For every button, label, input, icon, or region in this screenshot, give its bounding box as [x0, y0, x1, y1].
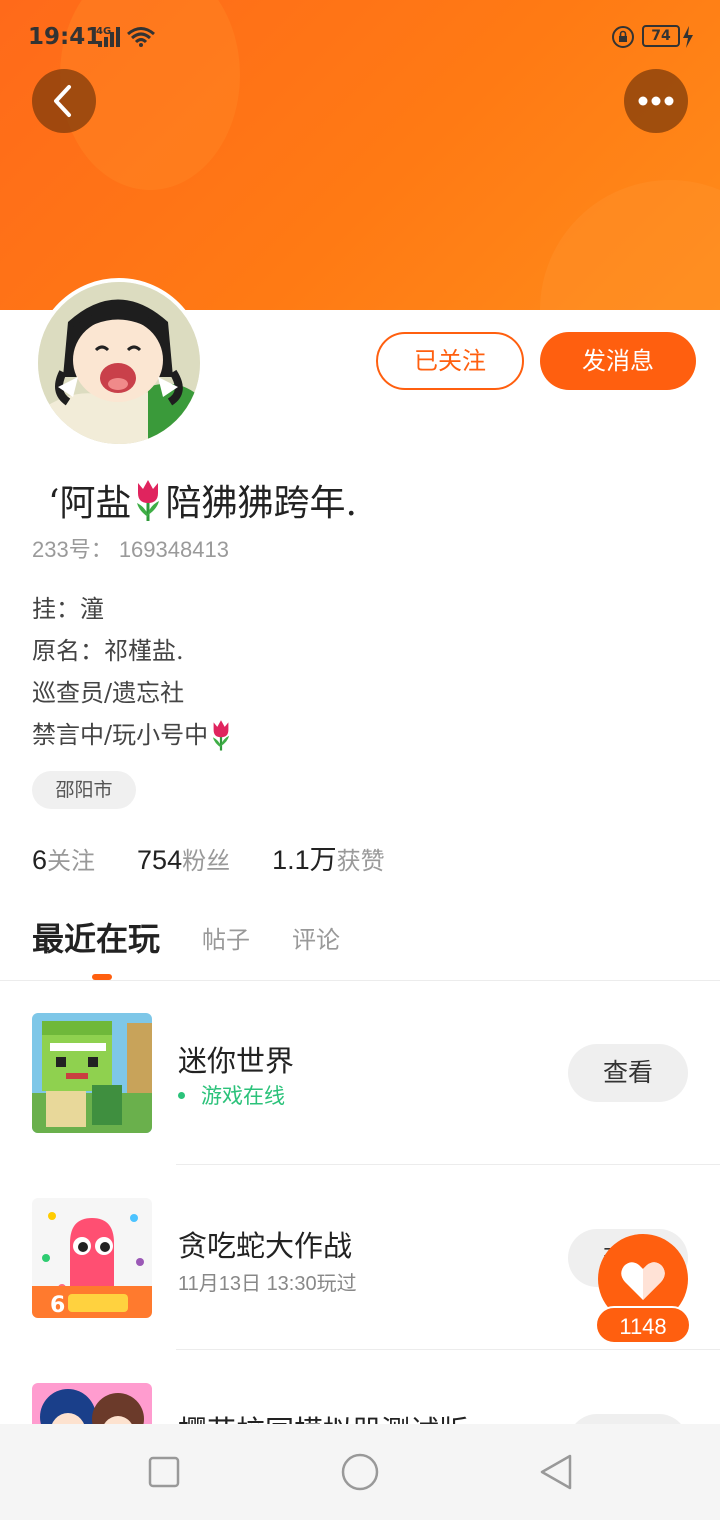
location-chip: 邵阳市 [32, 771, 136, 809]
charging-icon [683, 26, 693, 48]
battery-indicator: 74 [642, 25, 680, 47]
tab-comments[interactable]: 评论 [292, 920, 340, 955]
following-count: 6 [32, 845, 48, 875]
bio-line: 挂：潼 [32, 595, 104, 623]
likes-label: 获赞 [336, 847, 385, 875]
bio-line: 原名：祁槿盐. [32, 637, 184, 665]
bio-line-last: 禁言中/玩小号中 [32, 714, 234, 756]
svg-text:6: 6 [50, 1293, 65, 1318]
tab-recently-played[interactable]: 最近在玩 [32, 914, 160, 960]
followers-stat[interactable]: 754 粉丝 [137, 841, 230, 876]
game-last-played: 11月13日 13:30玩过 [178, 1273, 357, 1295]
user-id: 233号： 169348413 [32, 537, 229, 562]
avatar-image [38, 282, 200, 444]
game-online-status: 游戏在线 [178, 1080, 285, 1110]
online-dot [178, 1091, 185, 1099]
bio-line: 巡查员/遗忘社 [32, 679, 185, 707]
tulip-emoji-icon [137, 480, 160, 521]
tab-posts[interactable]: 帖子 [202, 920, 250, 955]
following-stat[interactable]: 6 关注 [32, 841, 95, 876]
nickname: ‘阿盐 陪狒狒跨年. [48, 474, 357, 526]
game-list-item[interactable]: 迷你世界 游戏在线 查看 [0, 980, 720, 1165]
tulip-emoji-icon [212, 720, 230, 751]
game-title: 迷你世界 [178, 1044, 295, 1078]
more-button[interactable] [624, 69, 688, 133]
more-dots-icon [638, 96, 674, 106]
chevron-left-icon [54, 85, 71, 117]
circle-icon[interactable] [340, 1452, 380, 1492]
likes-count: 1.1万 [272, 845, 337, 875]
game-online-text: 游戏在线 [201, 1084, 285, 1108]
signal-icon [98, 27, 120, 47]
status-time: 19:41 [28, 24, 102, 50]
nickname-prefix: ‘阿盐 [48, 483, 132, 524]
wifi-icon [127, 27, 155, 47]
status-bar: 19:41 4G 74 [0, 20, 720, 54]
triangle-back-icon[interactable] [538, 1452, 574, 1492]
profile-stats: 6 关注 754 粉丝 1.1万 获赞 [32, 838, 427, 878]
followed-button[interactable]: 已关注 [376, 332, 524, 390]
game-icon-mini-world [32, 1013, 152, 1133]
bio-line-text: 禁言中/玩小号中 [32, 721, 209, 749]
square-icon[interactable] [148, 1456, 180, 1488]
game-icon-snake: 6 [32, 1198, 152, 1318]
profile-tabs: 最近在玩 帖子 评论 [32, 912, 382, 962]
followers-label: 粉丝 [182, 847, 231, 875]
nickname-suffix: 陪狒狒跨年. [165, 483, 357, 524]
back-button[interactable] [32, 69, 96, 133]
rotation-lock-icon [612, 26, 634, 48]
game-title: 贪吃蛇大作战 [178, 1229, 353, 1263]
send-message-button[interactable]: 发消息 [540, 332, 696, 390]
like-count: 1148 [595, 1306, 691, 1344]
system-nav-bar [0, 1424, 720, 1520]
followers-count: 754 [137, 845, 183, 875]
avatar[interactable] [34, 278, 204, 448]
following-label: 关注 [47, 847, 96, 875]
bio: 挂：潼 原名：祁槿盐. 巡查员/遗忘社 禁言中/玩小号中 [32, 588, 234, 756]
view-button[interactable]: 查看 [568, 1044, 688, 1102]
likes-stat: 1.1万 获赞 [272, 838, 385, 877]
